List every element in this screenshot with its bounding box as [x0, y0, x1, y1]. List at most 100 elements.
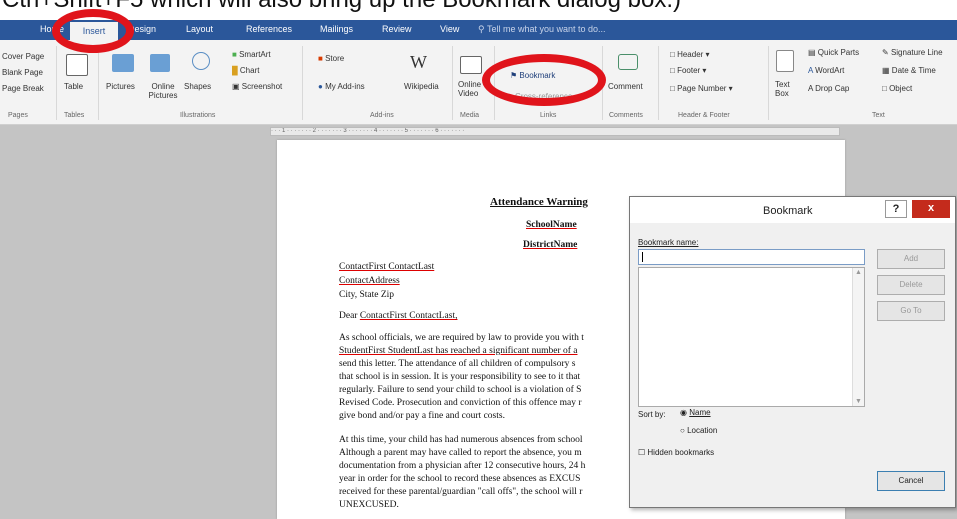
- tab-view[interactable]: View: [440, 24, 459, 34]
- tab-layout[interactable]: Layout: [186, 24, 213, 34]
- comment-icon: [618, 54, 638, 70]
- wikipedia-button[interactable]: Wikipedia: [404, 82, 439, 91]
- drop-cap-button[interactable]: A Drop Cap: [808, 84, 849, 93]
- group-comments-label: Comments: [609, 112, 643, 119]
- highlight-circle-insert: [52, 9, 134, 53]
- store-icon: ■: [318, 54, 323, 63]
- group-links-label: Links: [540, 112, 557, 119]
- date-time-button[interactable]: ▦ Date & Time: [882, 66, 936, 75]
- doc-paragraph-line: Revised Code. Prosecution and conviction…: [339, 398, 582, 408]
- object-label: Object: [889, 84, 913, 93]
- goto-button[interactable]: Go To: [877, 301, 945, 321]
- store-button[interactable]: ■ Store: [318, 54, 344, 63]
- online-pictures-icon: [150, 54, 170, 72]
- wordart-icon: A: [808, 66, 813, 75]
- chart-label: Chart: [239, 66, 260, 75]
- pictures-button[interactable]: Pictures: [106, 82, 135, 91]
- tab-mailings[interactable]: Mailings: [320, 24, 353, 34]
- text-cursor: [642, 252, 643, 262]
- video-icon: [460, 56, 482, 74]
- table-button[interactable]: Table: [64, 82, 83, 91]
- quick-parts-button[interactable]: ▤ Quick Parts: [808, 48, 859, 57]
- close-button[interactable]: x: [912, 200, 950, 218]
- ribbon-separator: [452, 46, 453, 120]
- dialog-titlebar[interactable]: Bookmark ? x: [630, 197, 955, 223]
- sort-name-radio[interactable]: ◉ Name: [680, 408, 711, 417]
- comment-button[interactable]: Comment: [608, 82, 643, 91]
- header-icon: □: [670, 50, 675, 59]
- group-text-label: Text: [872, 112, 885, 119]
- object-button[interactable]: □ Object: [882, 84, 912, 93]
- footer-button[interactable]: □ Footer ▾: [670, 66, 706, 75]
- sort-name-label: Name: [689, 408, 711, 417]
- screenshot-icon: ▣: [232, 82, 240, 91]
- drop-cap-label: Drop Cap: [815, 84, 850, 93]
- list-scrollbar[interactable]: ▲ ▼: [852, 268, 864, 406]
- store-label: Store: [325, 54, 345, 63]
- online-pictures-button[interactable]: Online Pictures: [148, 82, 178, 100]
- highlight-circle-bookmark: [482, 54, 606, 106]
- group-pages-label: Pages: [8, 112, 28, 119]
- page-number-icon: □: [670, 84, 675, 93]
- doc-address-line: City, State Zip: [339, 290, 395, 300]
- doc-paragraph-line: As school officials, we are required by …: [339, 333, 584, 343]
- chart-icon: █: [232, 66, 238, 75]
- tell-me-text: Tell me what you want to do...: [486, 24, 606, 34]
- table-icon: [66, 54, 88, 76]
- blank-page-button[interactable]: Blank Page: [2, 68, 43, 77]
- scroll-down-icon[interactable]: ▼: [855, 398, 862, 405]
- screenshot-button[interactable]: ▣ Screenshot: [232, 82, 282, 91]
- doc-paragraph-line: send this letter. The attendance of all …: [339, 359, 576, 369]
- ribbon-separator: [98, 46, 99, 120]
- doc-salutation: Dear ContactFirst ContactLast,: [339, 311, 457, 321]
- chart-button[interactable]: █ Chart: [232, 66, 259, 75]
- checkbox-icon: ☐: [638, 448, 646, 457]
- doc-salutation-prefix: Dear: [339, 311, 360, 321]
- bookmark-list[interactable]: ▲ ▼: [638, 267, 865, 407]
- sort-location-label: Location: [687, 426, 718, 435]
- page-number-label: Page Number: [677, 84, 727, 93]
- doc-district-name: DistrictName: [523, 240, 578, 250]
- cancel-button[interactable]: Cancel: [877, 471, 945, 491]
- sort-by-label: Sort by:: [638, 410, 666, 419]
- header-label: Header: [677, 50, 704, 59]
- page-break-button[interactable]: Page Break: [2, 84, 44, 93]
- doc-paragraph-line: At this time, your child has had numerou…: [339, 435, 583, 445]
- cover-page-button[interactable]: Cover Page: [2, 52, 44, 61]
- text-box-button[interactable]: Text Box: [775, 80, 795, 98]
- page-number-button[interactable]: □ Page Number ▾: [670, 84, 733, 93]
- my-addins-button[interactable]: ● My Add-ins: [318, 82, 365, 91]
- scroll-up-icon[interactable]: ▲: [855, 269, 862, 276]
- doc-paragraph-line: documentation from a physician after 12 …: [339, 461, 586, 471]
- footer-label: Footer: [677, 66, 701, 75]
- ribbon-separator: [56, 46, 57, 120]
- wordart-label: WordArt: [815, 66, 845, 75]
- sort-location-radio[interactable]: ○ Location: [680, 426, 717, 435]
- group-tables-label: Tables: [64, 112, 85, 119]
- hidden-bookmarks-checkbox[interactable]: ☐ Hidden bookmarks: [638, 448, 714, 457]
- signature-line-button[interactable]: ✎ Signature Line: [882, 48, 943, 57]
- tab-review[interactable]: Review: [382, 24, 412, 34]
- help-button[interactable]: ?: [885, 200, 907, 218]
- doc-paragraph-line: give bond and/or pay a fine and court co…: [339, 411, 505, 421]
- quick-parts-label: Quick Parts: [817, 48, 860, 57]
- smartart-button[interactable]: ■ SmartArt: [232, 50, 271, 59]
- doc-paragraph-line: regularly. Failure to send your child to…: [339, 385, 582, 395]
- wordart-button[interactable]: A WordArt: [808, 66, 844, 75]
- header-button[interactable]: □ Header ▾: [670, 50, 710, 59]
- doc-title: Attendance Warning: [490, 196, 588, 208]
- ribbon: Cover Page Blank Page Page Break Pages T…: [0, 40, 957, 125]
- doc-address-line: ContactFirst ContactLast: [339, 262, 435, 272]
- doc-paragraph-line: year in order for the school to record t…: [339, 474, 581, 484]
- tab-references[interactable]: References: [246, 24, 292, 34]
- delete-button[interactable]: Delete: [877, 275, 945, 295]
- add-button[interactable]: Add: [877, 249, 945, 269]
- radio-selected-icon: ◉: [680, 408, 687, 417]
- horizontal-ruler[interactable]: · · · 1 · · · · · · · 2 · · · · · · · 3 …: [270, 127, 840, 136]
- bookmark-dialog: Bookmark ? x Bookmark name: ▲ ▼ Add Dele…: [629, 196, 956, 508]
- screenshot-label: Screenshot: [241, 82, 283, 91]
- tell-me-box[interactable]: ⚲ Tell me what you want to do...: [478, 24, 606, 35]
- shapes-button[interactable]: Shapes: [184, 82, 211, 91]
- bookmark-name-input[interactable]: [638, 249, 865, 265]
- group-header-footer-label: Header & Footer: [678, 112, 730, 119]
